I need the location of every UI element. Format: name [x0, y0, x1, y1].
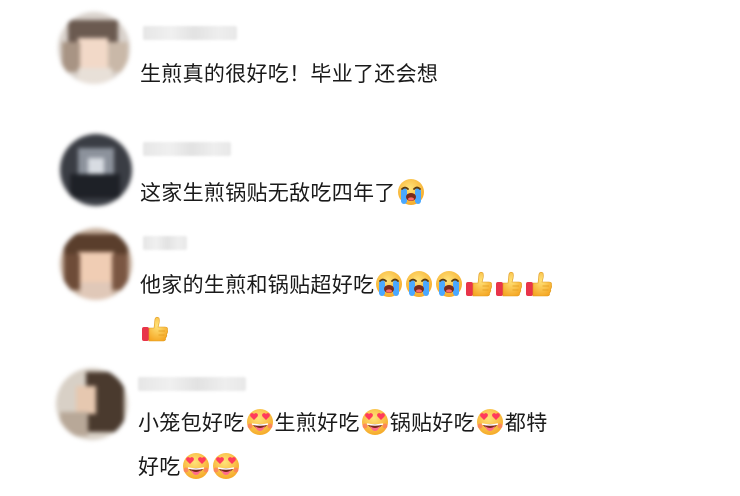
- comment-text-line2-text: 好吃: [138, 455, 181, 479]
- drooling-heart-eyes-emoji: [181, 452, 210, 480]
- comment-text-seg1: 小笼包好吃: [138, 411, 245, 435]
- comment-text-seg3: 锅贴好吃: [389, 411, 475, 435]
- drooling-heart-eyes-emoji: [476, 408, 504, 436]
- comment-text-seg4: 都特: [504, 411, 548, 435]
- username-blurred[interactable]: [138, 377, 246, 391]
- comment-text-seg2: 生煎好吃: [274, 411, 360, 435]
- drooling-heart-eyes-emoji: [245, 408, 274, 436]
- comment-text-line2: 好吃: [138, 449, 241, 485]
- comment-text: 小笼包好吃 生煎好吃 锅贴好吃 都特: [138, 405, 548, 441]
- avatar[interactable]: [56, 368, 128, 440]
- comment-item-4: 小笼包好吃 生煎好吃 锅贴好吃 都特 好吃: [0, 0, 740, 496]
- drooling-heart-eyes-emoji: [211, 452, 240, 480]
- drooling-heart-eyes-emoji: [360, 408, 389, 436]
